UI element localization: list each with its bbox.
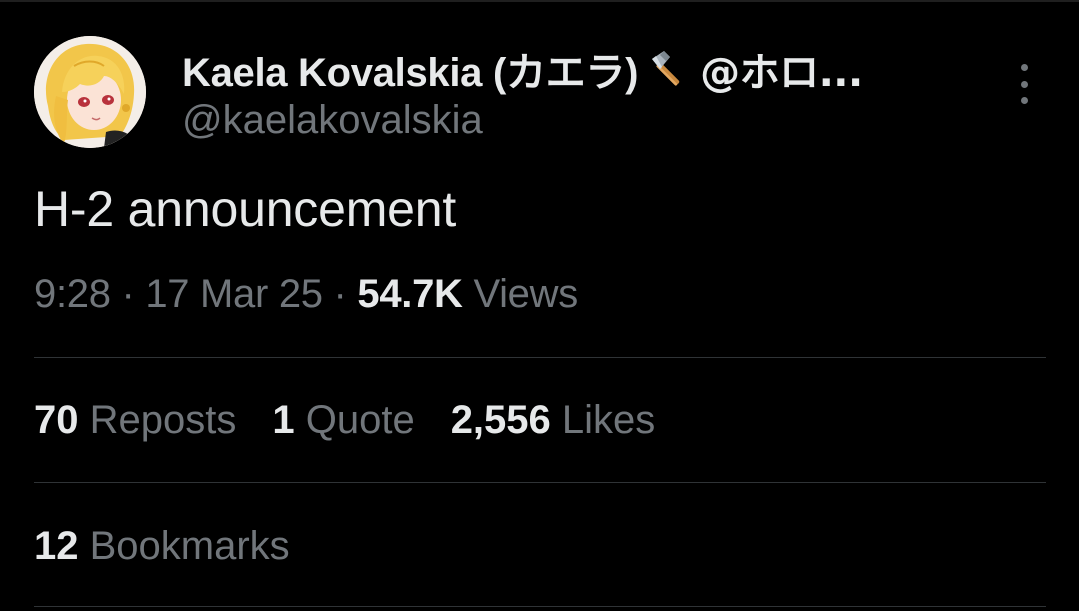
- likes-count: 2,556: [450, 398, 551, 442]
- tweet-time[interactable]: 9:28: [34, 272, 111, 316]
- avatar[interactable]: [34, 36, 146, 148]
- tweet-date[interactable]: 17 Mar 25: [145, 272, 323, 316]
- author-handle[interactable]: @kaelakovalskia: [182, 98, 483, 143]
- engagement-stats: 70 Reposts 1 Quote 2,556 Likes: [34, 398, 691, 443]
- reposts-count: 70: [34, 398, 79, 442]
- author-display-name[interactable]: Kaela Kovalskia (カエラ): [182, 40, 638, 98]
- meta-separator: ·: [322, 272, 358, 316]
- bookmarks-stat[interactable]: 12 Bookmarks: [34, 524, 326, 569]
- reposts-stat[interactable]: 70 Reposts: [34, 398, 236, 443]
- more-dot-icon: [1020, 80, 1028, 88]
- bookmarks-count: 12: [34, 524, 79, 568]
- bookmarks-label: Bookmarks: [78, 524, 290, 568]
- tweet-meta: 9:28 · 17 Mar 25 · 54.7K Views: [34, 272, 578, 317]
- author-name-row[interactable]: Kaela Kovalskia (カエラ) @ホロ...: [182, 46, 863, 96]
- tweet-text: H-2 announcement: [34, 181, 457, 237]
- more-dot-icon: [1020, 97, 1028, 104]
- divider: [34, 606, 1046, 607]
- meta-separator: ·: [110, 272, 146, 316]
- reposts-label: Reposts: [78, 398, 237, 442]
- quotes-label: Quote: [294, 398, 415, 442]
- more-dot-icon: [1020, 64, 1028, 71]
- divider: [34, 357, 1046, 358]
- quotes-stat[interactable]: 1 Quote: [272, 398, 414, 443]
- views-label: Views: [462, 272, 578, 316]
- hammer-icon: [646, 47, 690, 91]
- more-options-button[interactable]: [1010, 64, 1038, 104]
- tweet-header: Kaela Kovalskia (カエラ) @ホロ... @kaelakoval…: [34, 36, 1044, 152]
- likes-stat[interactable]: 2,556 Likes: [451, 398, 656, 443]
- avatar-image: [34, 36, 146, 148]
- views-count: 54.7K: [357, 272, 463, 316]
- divider: [34, 482, 1046, 483]
- author-name-suffix: @ホロ...: [700, 50, 863, 96]
- likes-label: Likes: [550, 398, 656, 442]
- top-divider: [0, 0, 1079, 2]
- quotes-count: 1: [272, 398, 295, 442]
